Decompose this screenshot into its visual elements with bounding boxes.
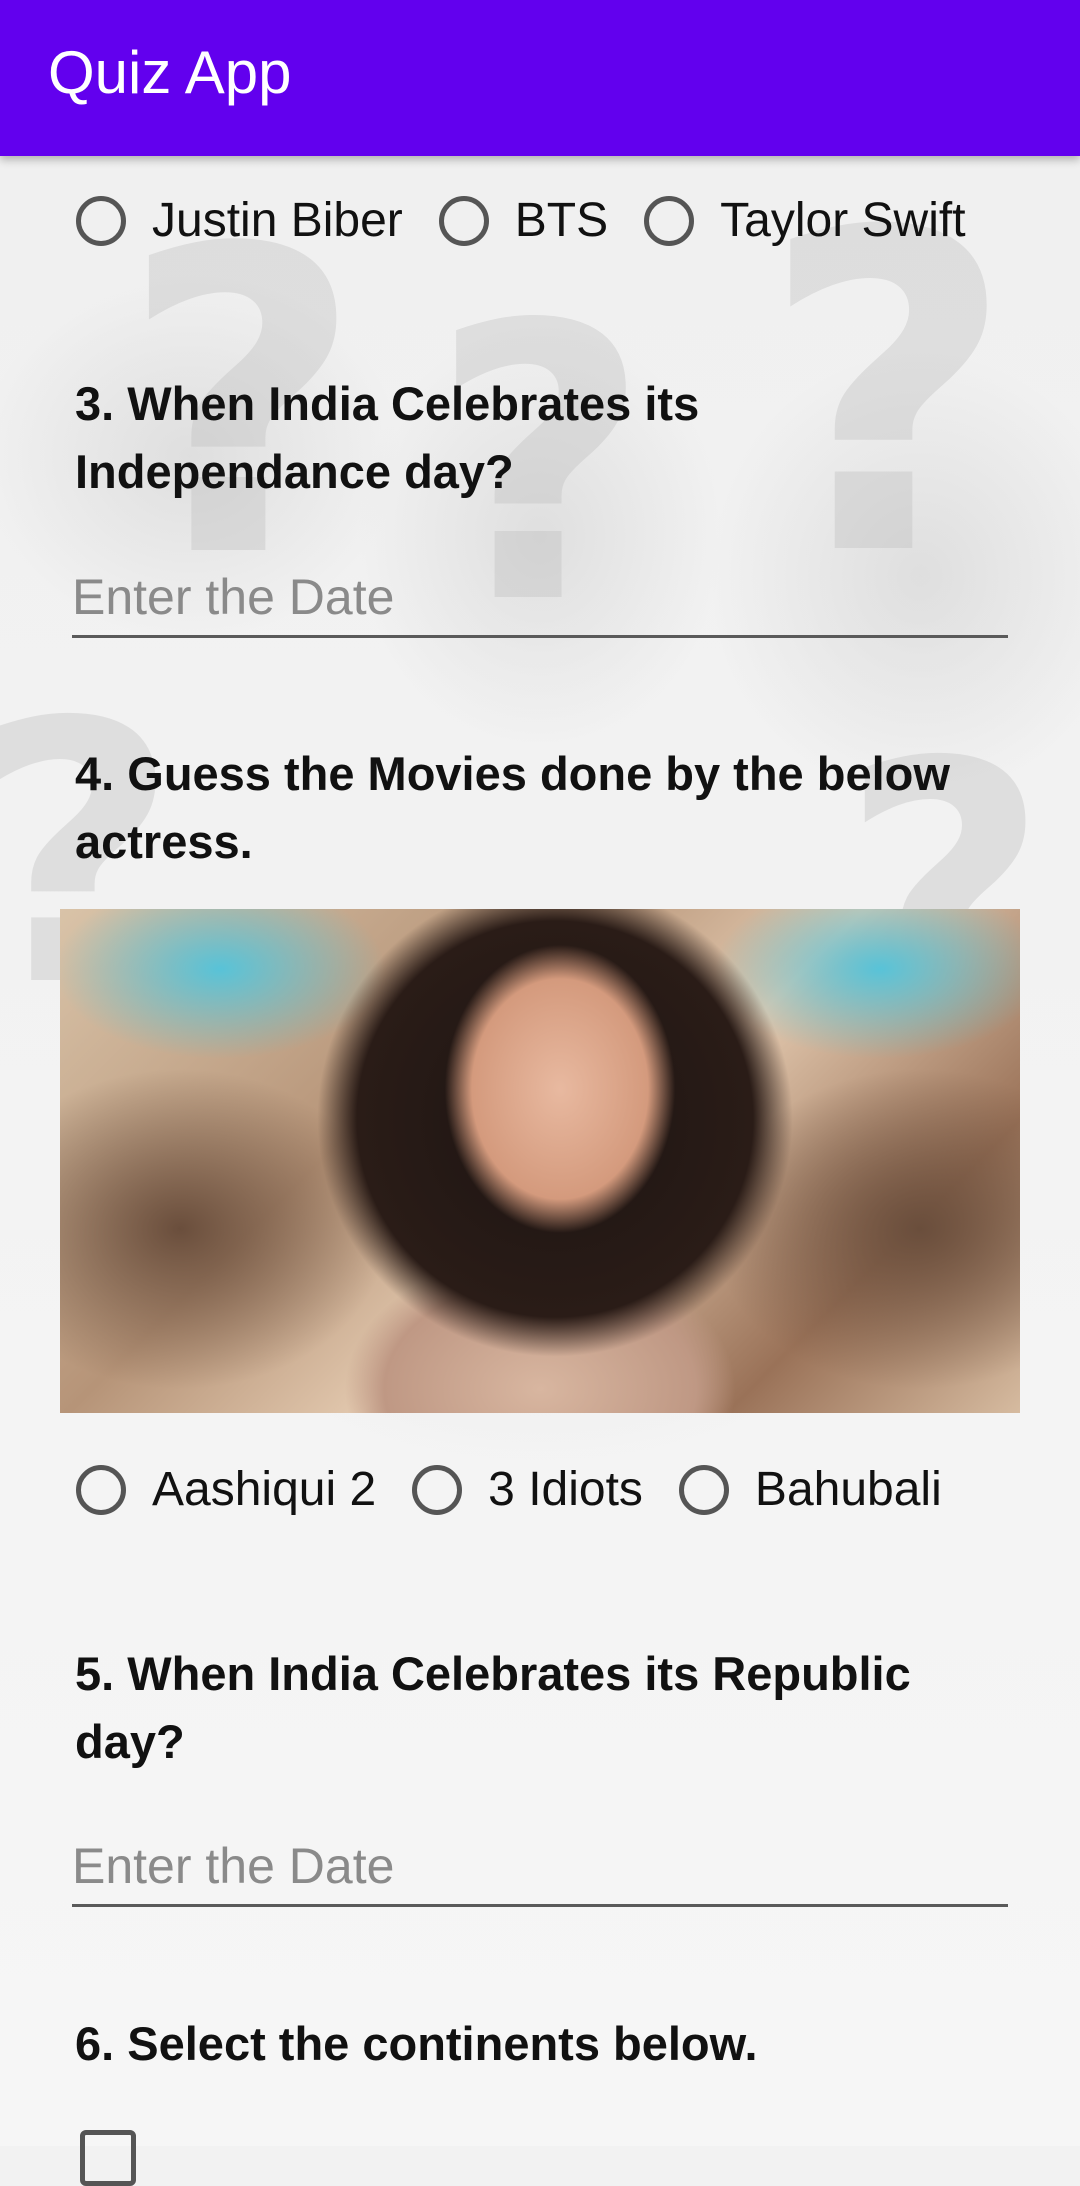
- radio-option-bts[interactable]: BTS: [438, 193, 609, 248]
- question2-radio-group: Justin Biber BTS Taylor Swift: [76, 193, 1002, 248]
- radio-option-label: Taylor Swift: [720, 194, 966, 247]
- date-input[interactable]: [72, 558, 1008, 635]
- radio-option-label: Justin Biber: [152, 194, 403, 247]
- actress-photo: [60, 909, 1020, 1413]
- app-title: Quiz App: [48, 39, 292, 106]
- independence-day-date-field[interactable]: [72, 558, 1008, 638]
- radio-button-icon[interactable]: [438, 195, 489, 246]
- radio-option-label: Aashiqui 2: [152, 1463, 377, 1516]
- radio-button-icon[interactable]: [76, 1464, 126, 1515]
- radio-option-taylor-swift[interactable]: Taylor Swift: [644, 193, 966, 248]
- radio-option-label: BTS: [514, 194, 609, 247]
- radio-button-icon[interactable]: [678, 1464, 729, 1515]
- radio-option-label: 3 Idiots: [488, 1463, 643, 1516]
- republic-day-date-field[interactable]: [72, 1827, 1008, 1907]
- app-bar: Quiz App: [0, 0, 1080, 156]
- question-5-text: 5. When India Celebrates its Republic da…: [75, 1647, 911, 1768]
- radio-option-justin-biber[interactable]: Justin Biber: [76, 193, 403, 248]
- radio-button-icon[interactable]: [644, 195, 695, 246]
- radio-button-icon[interactable]: [76, 195, 126, 246]
- radio-option-bahubali[interactable]: Bahubali: [678, 1462, 942, 1517]
- question-4-text: 4. Guess the Movies done by the below ac…: [75, 747, 950, 868]
- question-3-text: 3. When India Celebrates its Independanc…: [75, 377, 700, 498]
- radio-option-3-idiots[interactable]: 3 Idiots: [412, 1462, 643, 1517]
- question-6-text: 6. Select the continents below.: [75, 2017, 758, 2070]
- radio-button-icon[interactable]: [412, 1464, 463, 1515]
- checkbox-icon[interactable]: [80, 2130, 136, 2186]
- date-input[interactable]: [72, 1827, 1008, 1904]
- radio-option-aashiqui-2[interactable]: Aashiqui 2: [76, 1462, 376, 1517]
- radio-option-label: Bahubali: [754, 1463, 942, 1516]
- question4-radio-group: Aashiqui 2 3 Idiots Bahubali: [76, 1462, 978, 1517]
